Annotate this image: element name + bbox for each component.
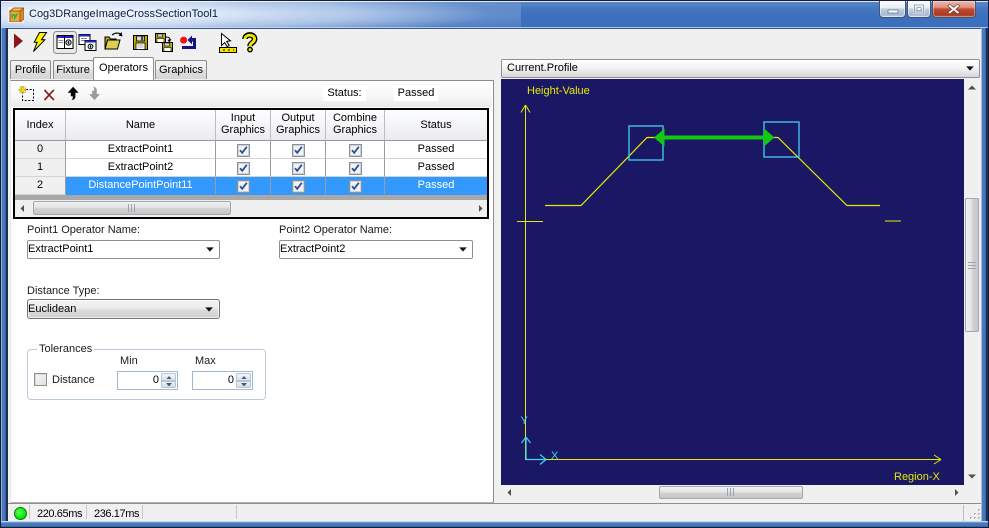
- svg-text:Region-X: Region-X: [894, 471, 941, 483]
- svg-text:Y: Y: [521, 415, 529, 427]
- svg-text:Height-Value: Height-Value: [527, 85, 590, 97]
- svg-text:X: X: [551, 450, 559, 462]
